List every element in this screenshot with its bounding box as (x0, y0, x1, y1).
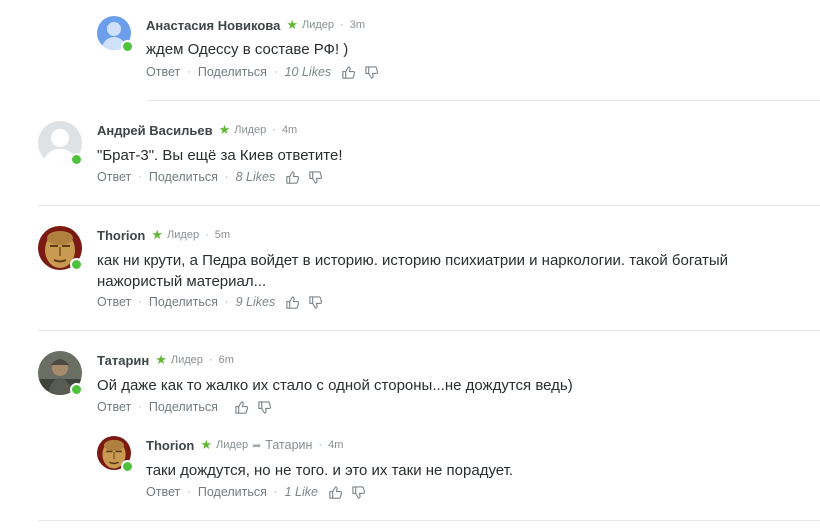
thumbs-up-icon[interactable] (341, 65, 356, 80)
separator (146, 100, 820, 101)
reply-button[interactable]: Ответ (146, 485, 180, 499)
online-indicator (70, 153, 83, 166)
timestamp[interactable]: 4m (328, 439, 343, 451)
separator-dot: · (340, 19, 344, 31)
reply-button[interactable]: Ответ (97, 400, 131, 414)
separator-dot: · (187, 66, 191, 78)
author-name[interactable]: Татарин (97, 353, 149, 368)
comment-text: таки дождутся, но не того. и это их таки… (146, 462, 514, 479)
thumbs-up-icon[interactable] (234, 400, 249, 415)
thumbs-down-icon[interactable] (308, 295, 323, 310)
likes-count[interactable]: 10 Likes (285, 65, 332, 79)
reply-to-name[interactable]: Татарин (265, 438, 312, 452)
author-name[interactable]: Анастасия Новикова (146, 18, 280, 33)
timestamp[interactable]: 3m (350, 19, 365, 31)
author-name[interactable]: Thorion (146, 438, 194, 453)
separator-dot: · (318, 439, 323, 451)
thumbs-down-icon[interactable] (351, 485, 366, 500)
badge-label: Лидер (167, 229, 200, 241)
reply-button[interactable]: Ответ (97, 295, 131, 309)
separator-dot: · (273, 66, 278, 78)
reply-button[interactable]: Ответ (146, 65, 180, 79)
separator-dot: · (138, 401, 142, 413)
timestamp[interactable]: 4m (282, 124, 297, 136)
badge-label: Лидер (302, 19, 335, 31)
comment-text: как ни крути, а Педра войдет в историю. … (97, 252, 729, 290)
separator-dot: · (138, 171, 142, 183)
likes-count[interactable]: 1 Like (285, 485, 318, 499)
online-indicator (70, 258, 83, 271)
star-icon: ★ (151, 227, 164, 242)
share-button[interactable]: Поделиться (149, 400, 218, 414)
separator-dot: · (272, 124, 276, 136)
thumbs-up-icon[interactable] (328, 485, 343, 500)
star-icon: ★ (218, 122, 231, 137)
separator (38, 330, 820, 331)
comment-text: Ой даже как то жалко их стало с одной ст… (97, 377, 573, 394)
likes-count[interactable]: 9 Likes (236, 295, 276, 309)
star-icon: ★ (286, 17, 299, 32)
separator (38, 520, 820, 521)
separator-dot: · (205, 229, 209, 241)
separator-dot: · (208, 354, 213, 366)
share-button[interactable]: Поделиться (149, 295, 218, 309)
online-indicator (70, 383, 83, 396)
badge-label: Лидер (170, 354, 203, 366)
share-button[interactable]: Поделиться (149, 170, 218, 184)
separator-dot: · (273, 486, 278, 498)
likes-count[interactable]: 8 Likes (236, 170, 276, 184)
reply-to[interactable]: ➦ Татарин (252, 438, 312, 452)
separator (38, 205, 820, 206)
comment-text: ждем Одессу в составе РФ! ) (146, 41, 349, 58)
star-icon: ★ (200, 437, 213, 452)
reply-button[interactable]: Ответ (97, 170, 131, 184)
thumbs-down-icon[interactable] (257, 400, 272, 415)
star-icon: ★ (155, 352, 167, 367)
share-button[interactable]: Поделиться (198, 65, 267, 79)
separator-dot: · (187, 486, 191, 498)
thumbs-up-icon[interactable] (285, 170, 300, 185)
comment-text: "Брат-3". Вы ещё за Киев ответите! (97, 147, 343, 164)
online-indicator (121, 460, 134, 473)
author-name[interactable]: Андрей Васильев (97, 123, 213, 138)
thumbs-down-icon[interactable] (364, 65, 379, 80)
badge-label: Лидер (216, 439, 249, 451)
share-button[interactable]: Поделиться (198, 485, 267, 499)
separator-dot: · (224, 171, 229, 183)
author-name[interactable]: Thorion (97, 228, 145, 243)
badge-label: Лидер (234, 124, 267, 136)
thumbs-up-icon[interactable] (285, 295, 300, 310)
thumbs-down-icon[interactable] (308, 170, 323, 185)
reply-arrow-icon: ➦ (252, 439, 262, 452)
separator-dot: · (138, 296, 142, 308)
online-indicator (121, 40, 134, 53)
separator-dot: · (224, 296, 229, 308)
timestamp[interactable]: 5m (215, 229, 230, 241)
timestamp[interactable]: 6m (219, 354, 234, 366)
